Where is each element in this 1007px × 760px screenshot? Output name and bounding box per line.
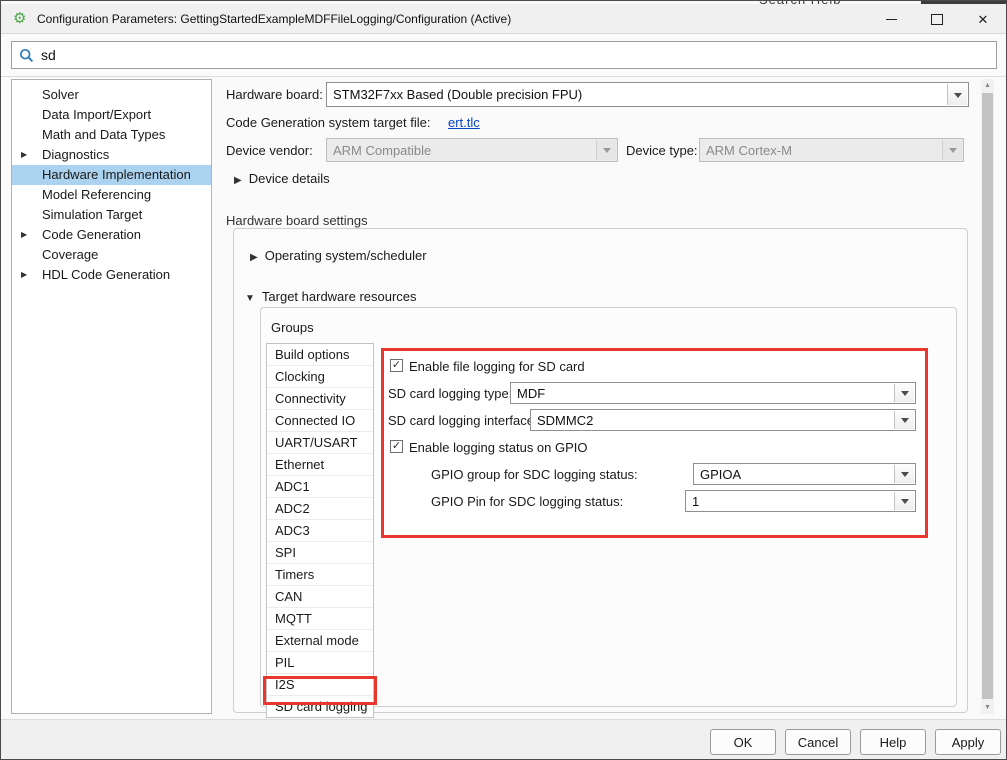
group-item-can[interactable]: CAN bbox=[267, 586, 373, 608]
sd-logging-type-label: SD card logging type: bbox=[388, 386, 512, 401]
maximize-button[interactable] bbox=[914, 5, 960, 34]
sidebar-item-code-generation[interactable]: ▶Code Generation bbox=[12, 225, 211, 245]
board-settings-panel: ▶Operating system/scheduler ▼Target hard… bbox=[233, 228, 968, 713]
group-item-pil[interactable]: PIL bbox=[267, 652, 373, 674]
group-item-i2s[interactable]: I2S bbox=[267, 674, 373, 696]
search-input[interactable]: sd bbox=[11, 41, 997, 69]
minimize-icon bbox=[886, 19, 897, 20]
sd-card-logging-settings-box: ✓ Enable file logging for SD card SD car… bbox=[381, 348, 928, 538]
sidebar-item-hardware-implementation[interactable]: Hardware Implementation bbox=[12, 165, 211, 185]
groups-title: Groups bbox=[271, 320, 314, 335]
dropdown-arrow-icon[interactable] bbox=[894, 492, 914, 510]
collapsed-arrow-icon: ▶ bbox=[234, 175, 242, 186]
scroll-up-button[interactable]: ▲ bbox=[981, 79, 994, 92]
scroll-down-button[interactable]: ▼ bbox=[981, 701, 994, 714]
group-item-mqtt[interactable]: MQTT bbox=[267, 608, 373, 630]
gpio-pin-combobox[interactable]: 1 bbox=[685, 490, 916, 512]
groups-list: Build options Clocking Connectivity Conn… bbox=[266, 343, 374, 718]
sidebar-item-hdl-code-generation[interactable]: ▶HDL Code Generation bbox=[12, 265, 211, 285]
enable-gpio-status-checkbox[interactable]: ✓ bbox=[390, 440, 403, 453]
expanded-arrow-icon: ▼ bbox=[245, 293, 255, 304]
divider bbox=[1, 76, 1006, 77]
scroll-down-icon: ▼ bbox=[984, 704, 991, 711]
gpio-group-combobox[interactable]: GPIOA bbox=[693, 463, 916, 485]
dialog-footer: OK Cancel Help Apply bbox=[1, 719, 1006, 760]
close-icon: ✕ bbox=[978, 13, 989, 26]
check-icon: ✓ bbox=[392, 359, 401, 371]
hardware-board-label: Hardware board: bbox=[226, 87, 323, 102]
group-item-external-mode[interactable]: External mode bbox=[267, 630, 373, 652]
group-item-timers[interactable]: Timers bbox=[267, 564, 373, 586]
device-details-expander[interactable]: ▶Device details bbox=[234, 171, 330, 186]
sidebar-item-diagnostics[interactable]: ▶Diagnostics bbox=[12, 145, 211, 165]
sidebar-item-solver[interactable]: Solver bbox=[12, 85, 211, 105]
group-item-build-options[interactable]: Build options bbox=[267, 344, 373, 366]
vertical-scrollbar[interactable]: ▲ ▼ bbox=[981, 79, 994, 714]
collapsed-arrow-icon: ▶ bbox=[250, 252, 258, 263]
device-type-label: Device type: bbox=[626, 143, 698, 158]
sidebar-item-data-import-export[interactable]: Data Import/Export bbox=[12, 105, 211, 125]
window-title: Configuration Parameters: GettingStarted… bbox=[37, 12, 511, 26]
close-button[interactable]: ✕ bbox=[960, 5, 1006, 34]
apply-button[interactable]: Apply bbox=[935, 729, 1001, 755]
sidebar-item-simulation-target[interactable]: Simulation Target bbox=[12, 205, 211, 225]
dropdown-arrow-icon[interactable] bbox=[894, 411, 914, 429]
target-resources-expander[interactable]: ▼Target hardware resources bbox=[245, 289, 417, 304]
os-scheduler-expander[interactable]: ▶Operating system/scheduler bbox=[250, 248, 427, 263]
group-item-uart-usart[interactable]: UART/USART bbox=[267, 432, 373, 454]
sidebar-item-math-and-data-types[interactable]: Math and Data Types bbox=[12, 125, 211, 145]
device-vendor-label: Device vendor: bbox=[226, 143, 313, 158]
cancel-button[interactable]: Cancel bbox=[785, 729, 851, 755]
minimize-button[interactable] bbox=[868, 5, 914, 34]
sd-logging-type-combobox[interactable]: MDF bbox=[510, 382, 916, 404]
group-item-sd-card-logging[interactable]: SD card logging bbox=[267, 696, 373, 717]
gpio-pin-label: GPIO Pin for SDC logging status: bbox=[431, 494, 623, 509]
group-item-ethernet[interactable]: Ethernet bbox=[267, 454, 373, 476]
category-sidebar: Solver Data Import/Export Math and Data … bbox=[11, 79, 212, 714]
ert-tlc-link[interactable]: ert.tlc bbox=[448, 115, 480, 130]
title-bar: ⚙ Configuration Parameters: GettingStart… bbox=[1, 4, 1006, 34]
search-query: sd bbox=[41, 47, 56, 63]
sidebar-item-model-referencing[interactable]: Model Referencing bbox=[12, 185, 211, 205]
configuration-parameters-window: Search Help ⚙ Configuration Parameters: … bbox=[0, 0, 1007, 760]
group-item-adc1[interactable]: ADC1 bbox=[267, 476, 373, 498]
sd-logging-interface-label: SD card logging interface: bbox=[388, 413, 538, 428]
group-item-connected-io[interactable]: Connected IO bbox=[267, 410, 373, 432]
app-gear-icon: ⚙ bbox=[13, 9, 26, 27]
group-item-adc2[interactable]: ADC2 bbox=[267, 498, 373, 520]
group-item-spi[interactable]: SPI bbox=[267, 542, 373, 564]
group-item-adc3[interactable]: ADC3 bbox=[267, 520, 373, 542]
expand-arrow-icon[interactable]: ▶ bbox=[21, 265, 27, 285]
expand-arrow-icon[interactable]: ▶ bbox=[21, 145, 27, 165]
scrollbar-thumb[interactable] bbox=[982, 93, 993, 699]
check-icon: ✓ bbox=[392, 440, 401, 452]
dropdown-arrow-icon[interactable] bbox=[894, 384, 914, 402]
dropdown-arrow-icon[interactable] bbox=[947, 84, 967, 105]
maximize-icon bbox=[931, 14, 943, 25]
target-resources-panel: Groups Build options Clocking Connectivi… bbox=[260, 307, 957, 707]
group-item-connectivity[interactable]: Connectivity bbox=[267, 388, 373, 410]
help-button[interactable]: Help bbox=[860, 729, 926, 755]
target-file-label: Code Generation system target file: bbox=[226, 115, 431, 130]
sidebar-item-coverage[interactable]: Coverage bbox=[12, 245, 211, 265]
gpio-group-label: GPIO group for SDC logging status: bbox=[431, 467, 638, 482]
board-settings-title: Hardware board settings bbox=[226, 213, 368, 228]
sd-logging-interface-combobox[interactable]: SDMMC2 bbox=[530, 409, 916, 431]
group-item-clocking[interactable]: Clocking bbox=[267, 366, 373, 388]
hardware-board-combobox[interactable]: STM32F7xx Based (Double precision FPU) bbox=[326, 82, 969, 107]
ok-button[interactable]: OK bbox=[710, 729, 776, 755]
dropdown-arrow-icon[interactable] bbox=[894, 465, 914, 483]
device-vendor-combobox: ARM Compatible bbox=[326, 138, 618, 162]
scroll-up-icon: ▲ bbox=[984, 82, 991, 89]
enable-sd-logging-label[interactable]: Enable file logging for SD card bbox=[409, 359, 585, 374]
dropdown-arrow-icon bbox=[942, 140, 962, 160]
expand-arrow-icon[interactable]: ▶ bbox=[21, 225, 27, 245]
enable-sd-logging-checkbox[interactable]: ✓ bbox=[390, 359, 403, 372]
dropdown-arrow-icon bbox=[596, 140, 616, 160]
enable-gpio-status-label[interactable]: Enable logging status on GPIO bbox=[409, 440, 588, 455]
search-icon bbox=[19, 48, 34, 63]
device-type-combobox: ARM Cortex-M bbox=[699, 138, 964, 162]
